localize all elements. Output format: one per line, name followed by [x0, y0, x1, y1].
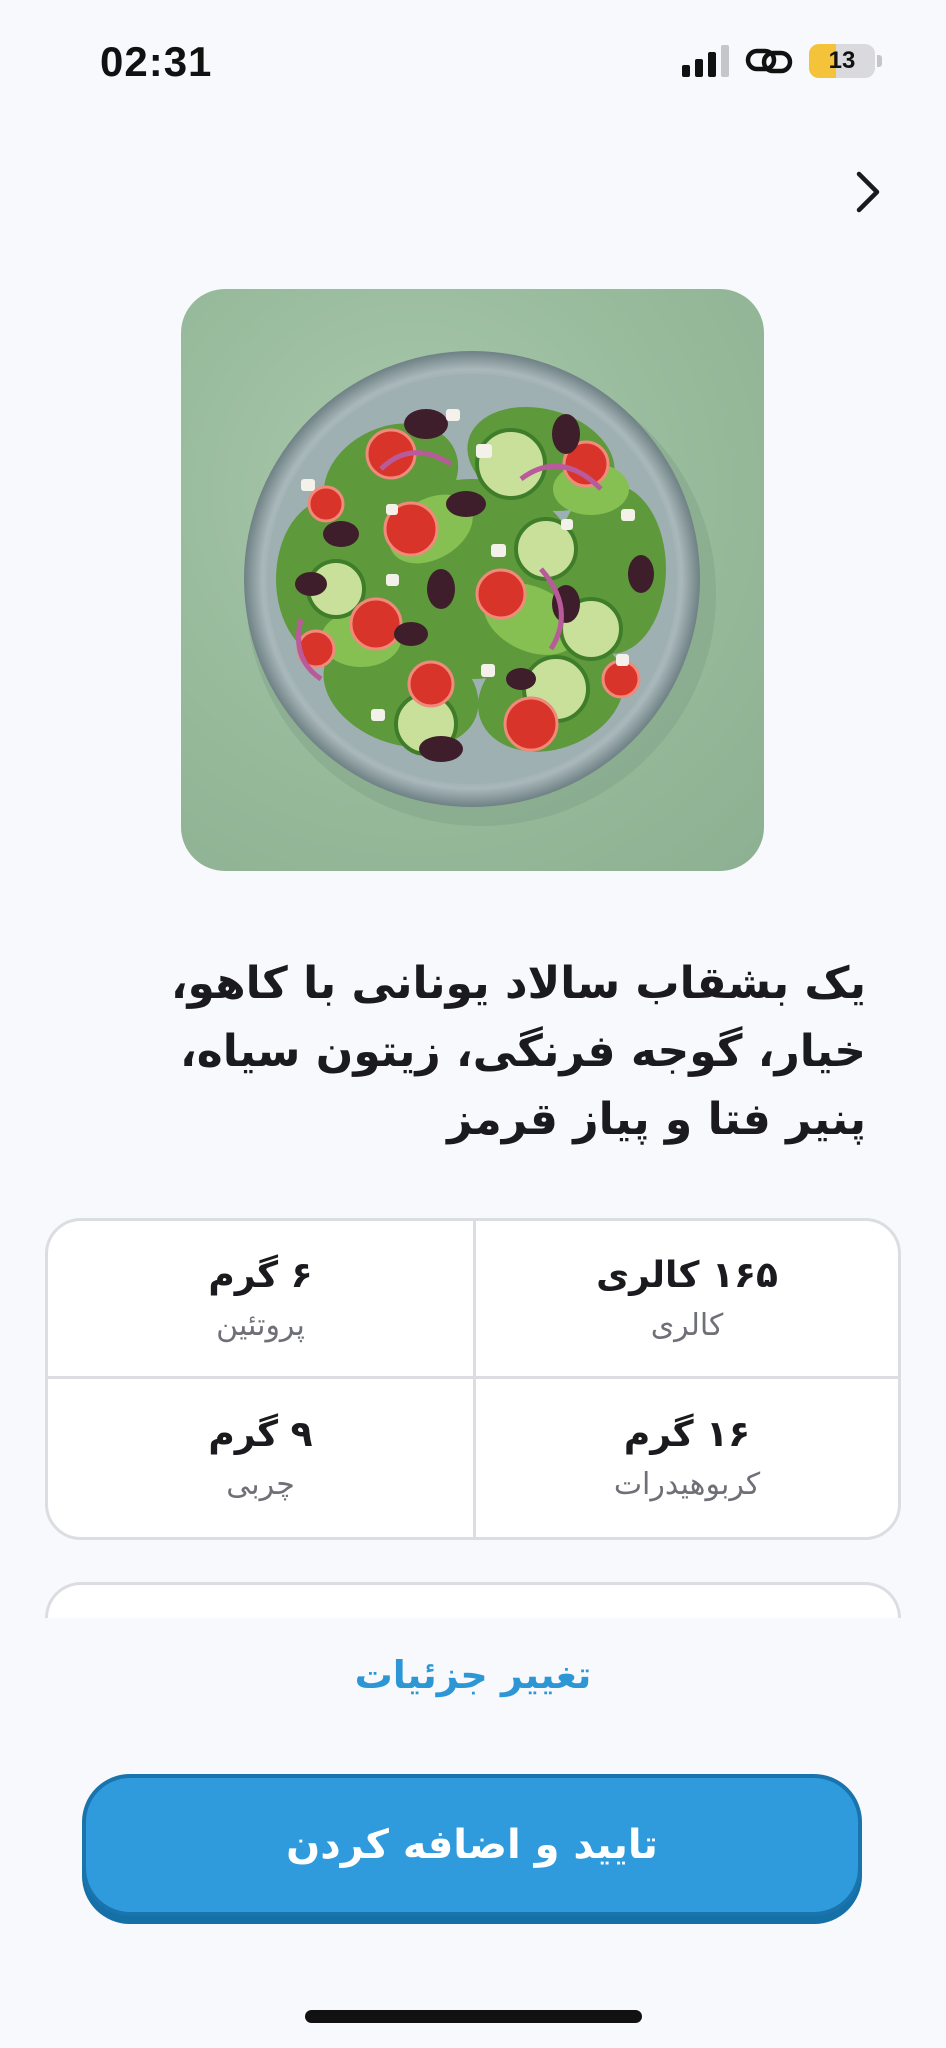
edit-details-link[interactable]: تغییر جزئیات [273, 1640, 673, 1710]
protein-label: پروتئین [216, 1307, 305, 1343]
calories-value: ۱۶۵ کالری [596, 1254, 778, 1296]
nutrition-protein[interactable]: ۶ گرم پروتئین [48, 1221, 473, 1379]
nutrition-fat[interactable]: ۹ گرم چربی [48, 1379, 473, 1537]
carbs-value: ۱۶ گرم [623, 1414, 751, 1455]
battery-icon: 13 [809, 44, 875, 78]
salad-bowl-illustration [244, 351, 716, 826]
status-icons: 13 [682, 44, 882, 78]
confirm-and-add-button[interactable]: تایید و اضافه کردن [82, 1774, 862, 1916]
chevron-right-icon [856, 171, 880, 213]
nutrition-calories[interactable]: ۱۶۵ کالری کالری [473, 1221, 898, 1379]
nutrition-summary: ۱۶۵ کالری کالری ۶ گرم پروتئین ۱۶ گرم کرب… [45, 1218, 901, 1540]
greek-salad-photo [181, 289, 764, 871]
meal-description-title: یک بشقاب سالاد یونانی با کاهو، خیار، گوج… [170, 958, 866, 1145]
battery-level: 13 [828, 47, 856, 74]
link-icon [745, 48, 793, 74]
status-time: 02:31 [100, 38, 213, 85]
nutrition-carbs[interactable]: ۱۶ گرم کربوهیدرات [473, 1379, 898, 1537]
screen: 02:31 13 یک بشقاب سالاد یونانی با کاهو، … [0, 0, 946, 2048]
protein-value: ۶ گرم [208, 1254, 313, 1296]
status-bar: 02:31 13 [0, 0, 946, 130]
home-indicator [305, 2010, 642, 2023]
back-button[interactable] [836, 160, 900, 224]
fat-value: ۹ گرم [208, 1414, 313, 1455]
carbs-label: کربوهیدرات [613, 1467, 761, 1502]
fat-label: چربی [226, 1467, 295, 1502]
battery-tip [877, 55, 882, 67]
calories-label: کالری [650, 1307, 724, 1343]
signal-icon [682, 45, 729, 77]
